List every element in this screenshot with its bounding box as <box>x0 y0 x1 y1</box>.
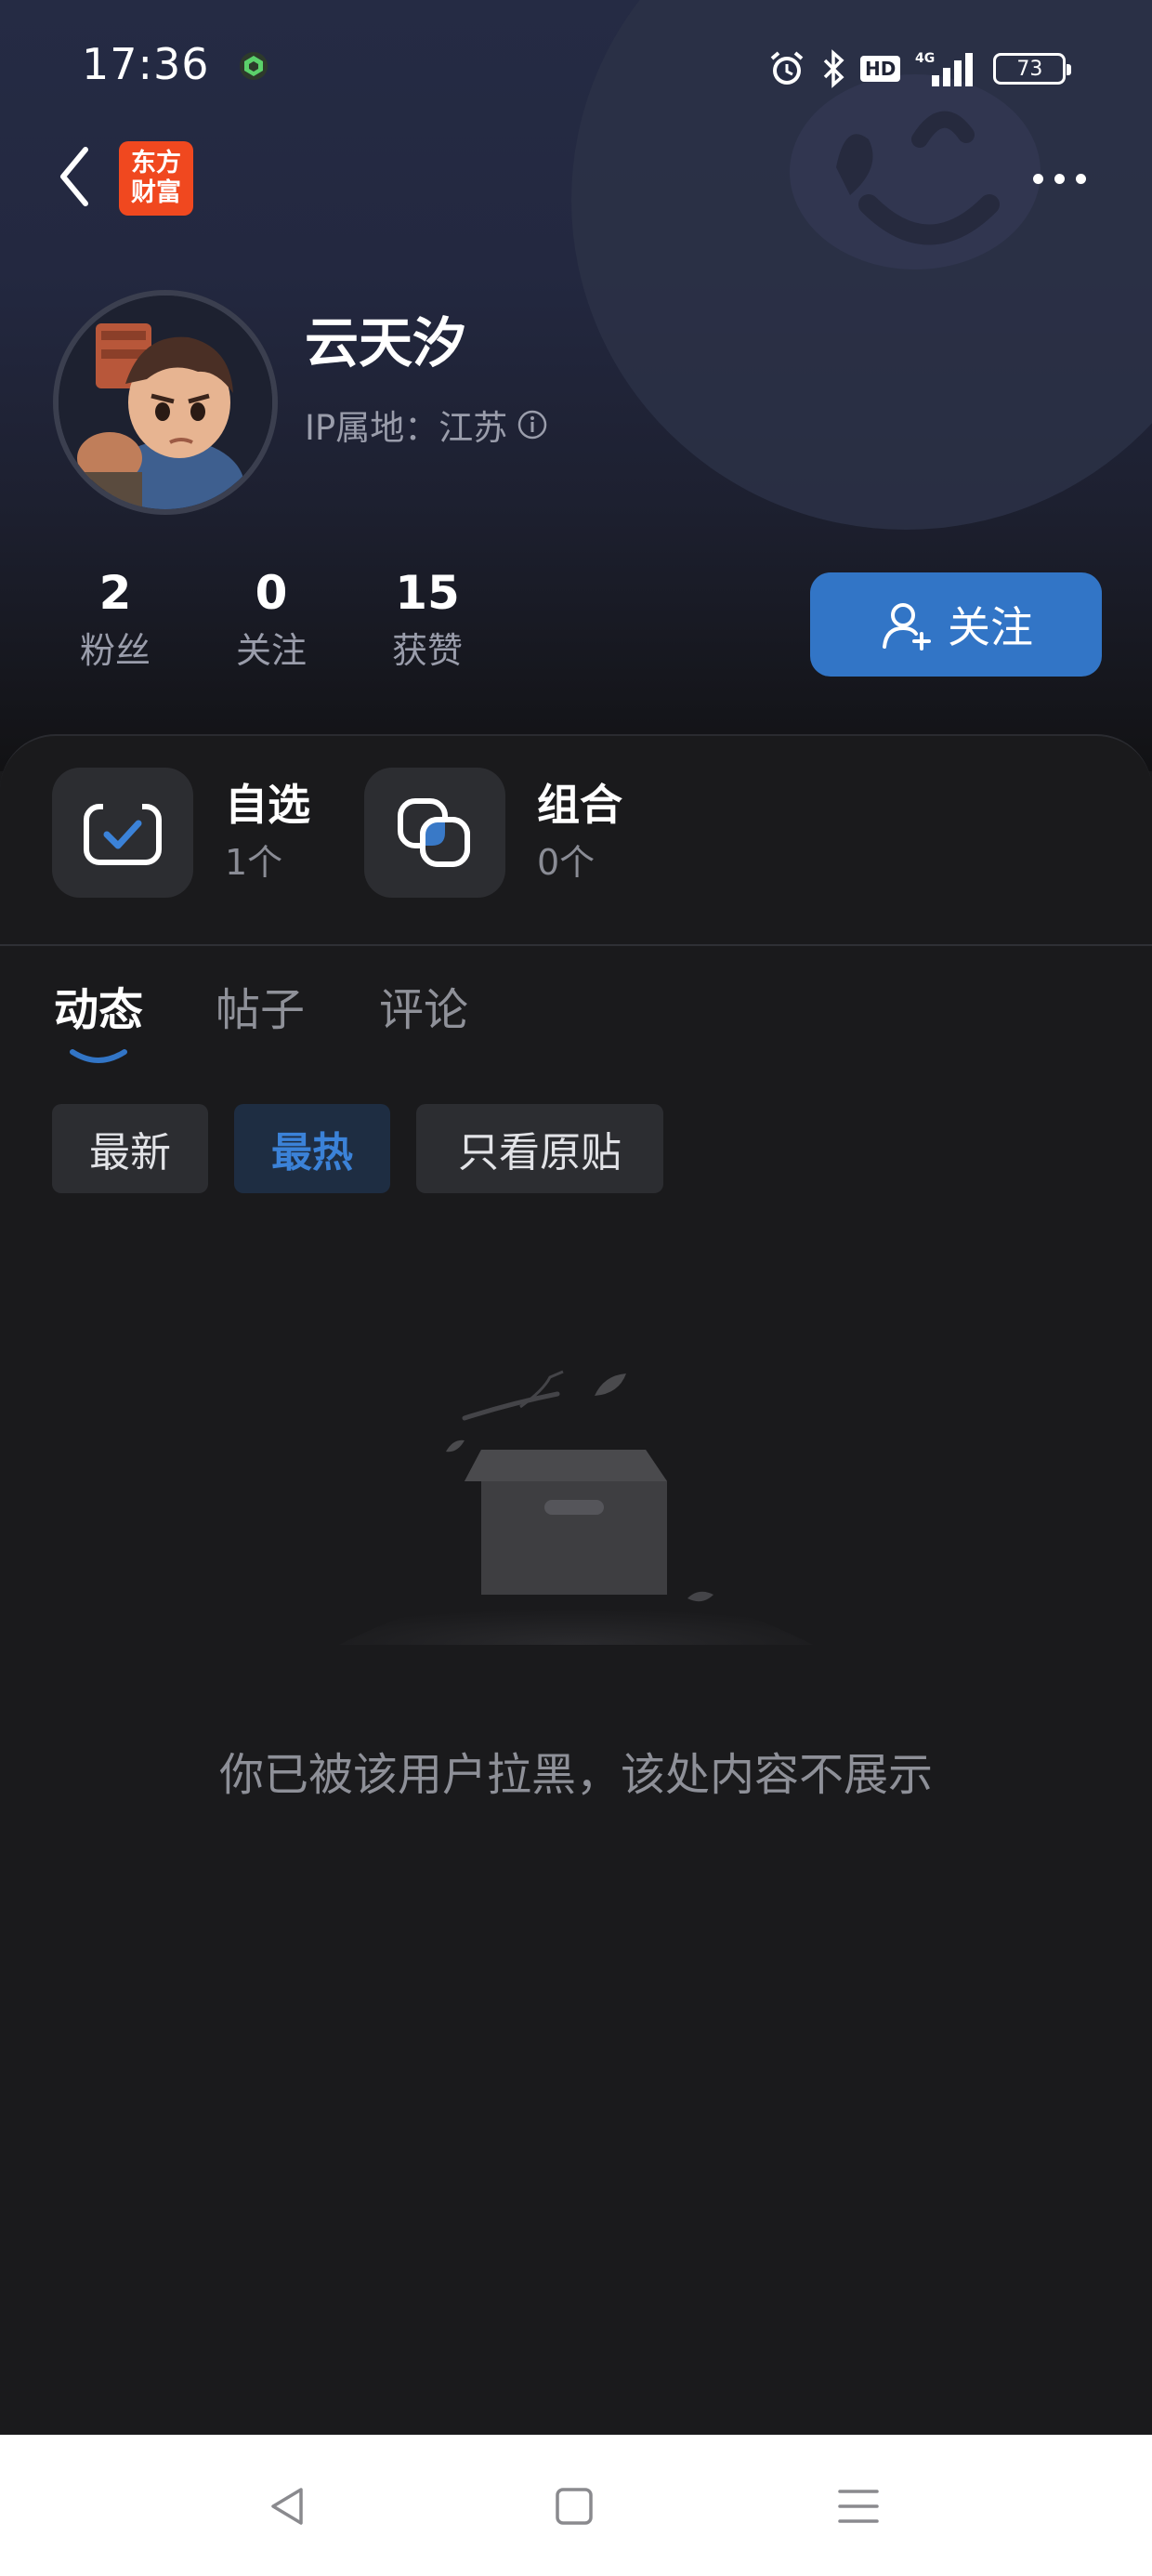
decorative-smile-icon <box>790 74 1041 269</box>
stat-label: 粉丝 <box>79 630 151 671</box>
status-icons: HD 4G 73 <box>767 46 1072 91</box>
add-user-icon <box>883 603 931 651</box>
section-divider <box>0 944 1152 946</box>
stat-label: 获赞 <box>391 630 463 671</box>
tab-activity[interactable]: 动态 <box>54 979 143 1041</box>
stat-following[interactable]: 0 关注 <box>193 561 349 677</box>
svg-text:4G: 4G <box>915 51 935 66</box>
stat-label: 关注 <box>235 630 307 671</box>
nav-back-button[interactable] <box>260 2478 316 2534</box>
stat-value: 0 <box>255 566 288 620</box>
chevron-left-icon <box>60 147 88 206</box>
nav-home-button[interactable] <box>546 2478 602 2534</box>
empty-state-message: 你已被该用户拉黑，该处内容不展示 <box>218 1749 933 1801</box>
stat-likes[interactable]: 15 获赞 <box>349 561 505 677</box>
home-square-icon <box>556 2488 593 2525</box>
watchlist-check-icon <box>84 799 162 865</box>
logo-line-1: 东方 <box>131 149 181 177</box>
asset-title: 组合 <box>537 780 622 830</box>
tab-active-indicator <box>70 1049 127 1063</box>
follow-button[interactable]: 关注 <box>810 572 1102 677</box>
asset-count: 1个 <box>225 842 283 883</box>
tab-posts[interactable]: 帖子 <box>216 979 305 1041</box>
battery-level: 73 <box>1016 57 1043 81</box>
battery-icon: 73 <box>993 53 1072 85</box>
more-dots-icon <box>1032 173 1043 184</box>
status-time: 17:36 <box>82 39 210 89</box>
stat-followers[interactable]: 2 粉丝 <box>37 561 193 677</box>
back-triangle-icon <box>271 2488 303 2525</box>
alarm-icon <box>770 51 804 85</box>
watchlist-text: 自选 1个 <box>225 775 310 890</box>
watchlist-icon-box <box>52 768 193 898</box>
portfolio-icon <box>398 798 470 867</box>
hd-icon: HD <box>860 56 901 82</box>
portfolio-text: 组合 0个 <box>537 775 622 890</box>
app-shield-icon <box>240 52 268 80</box>
filter-hottest[interactable]: 最热 <box>234 1104 390 1193</box>
more-button[interactable] <box>1022 158 1096 199</box>
back-button[interactable] <box>46 139 102 214</box>
user-name: 云天汐 <box>305 311 467 375</box>
watchlist-tile[interactable]: 自选 1个 <box>52 768 310 898</box>
bluetooth-icon <box>823 49 844 88</box>
avatar[interactable] <box>53 290 278 515</box>
nav-menu-button[interactable] <box>831 2478 886 2534</box>
stat-value: 2 <box>98 566 132 620</box>
ip-location: IP属地：江苏 <box>305 400 548 450</box>
signal-icon: 4G <box>915 51 974 86</box>
asset-count: 0个 <box>537 842 596 883</box>
portfolio-icon-box <box>364 768 505 898</box>
follow-label: 关注 <box>948 602 1033 652</box>
profile-page: 17:36 HD 4G 73 东方 财富 云天汐 IP属地：江苏 2 粉丝 0 … <box>0 0 1152 2576</box>
app-logo[interactable]: 东方 财富 <box>119 141 193 216</box>
tab-comments[interactable]: 评论 <box>379 979 468 1041</box>
info-icon[interactable] <box>517 409 548 440</box>
menu-lines-icon <box>838 2490 879 2523</box>
ip-location-text: IP属地：江苏 <box>305 408 508 448</box>
asset-title: 自选 <box>225 780 310 830</box>
filter-original-only[interactable]: 只看原贴 <box>416 1104 663 1193</box>
empty-box-illustration <box>339 1370 813 1645</box>
stat-value: 15 <box>395 566 460 620</box>
stats-row: 2 粉丝 0 关注 15 获赞 <box>37 561 505 677</box>
filter-latest[interactable]: 最新 <box>52 1104 208 1193</box>
logo-line-2: 财富 <box>131 178 181 207</box>
portfolio-tile[interactable]: 组合 0个 <box>364 768 622 898</box>
